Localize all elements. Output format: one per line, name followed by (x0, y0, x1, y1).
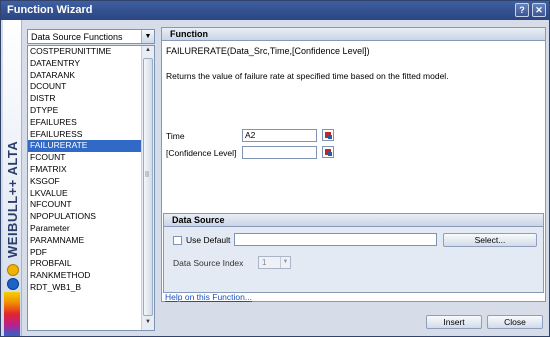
select-button[interactable]: Select... (443, 233, 537, 247)
data-source-panel: Data Source Use Default Select... Data S… (163, 213, 544, 293)
title-bar: Function Wizard ? ✕ (1, 1, 549, 20)
dialog-body: WEIBULL++ ALTA Data Source Functions ▼ C… (3, 20, 547, 336)
close-icon[interactable]: ✕ (532, 3, 546, 17)
list-item[interactable]: FCOUNT (28, 152, 154, 164)
data-source-index-label: Data Source Index (173, 258, 244, 268)
function-description: Returns the value of failure rate at spe… (166, 71, 449, 81)
brand-strip: WEIBULL++ ALTA (3, 20, 22, 336)
cell-reference-icon[interactable] (322, 146, 334, 158)
list-item[interactable]: COSTPERUNITTIME (28, 46, 154, 58)
list-item[interactable]: DISTR (28, 93, 154, 105)
list-item[interactable]: DCOUNT (28, 81, 154, 93)
data-source-header: Data Source (164, 214, 543, 227)
function-wizard-window: Function Wizard ? ✕ WEIBULL++ ALTA Data … (0, 0, 550, 337)
list-item[interactable]: DTYPE (28, 105, 154, 117)
data-source-index-dropdown: 1 ▼ (258, 256, 291, 269)
category-dropdown[interactable]: Data Source Functions ▼ (27, 29, 155, 44)
list-item[interactable]: KSGOF (28, 176, 154, 188)
confidence-level-input[interactable] (242, 146, 317, 159)
list-item[interactable]: PARAMNAME (28, 235, 154, 247)
help-link[interactable]: Help on this Function... (165, 292, 252, 302)
list-item[interactable]: Parameter (28, 223, 154, 235)
list-item[interactable]: PROBFAIL (28, 258, 154, 270)
list-item[interactable]: DATARANK (28, 70, 154, 82)
list-item[interactable]: NFCOUNT (28, 199, 154, 211)
function-list-scrollbar[interactable]: ▲ ⠿ ▼ (141, 46, 154, 330)
category-dropdown-value: Data Source Functions (31, 32, 123, 42)
arg-label-confidence: [Confidence Level] (166, 148, 237, 158)
list-item[interactable]: LKVALUE (28, 188, 154, 200)
chevron-down-icon: ▼ (280, 257, 290, 268)
list-item[interactable]: RDT_WB1_B (28, 282, 154, 294)
chevron-down-icon[interactable]: ▼ (141, 30, 154, 43)
use-default-checkbox[interactable] (173, 236, 182, 245)
function-list[interactable]: COSTPERUNITTIME DATAENTRY DATARANK DCOUNT DI… (27, 45, 155, 331)
list-item[interactable]: DATAENTRY (28, 58, 154, 70)
data-source-field[interactable] (234, 233, 437, 246)
help-icon[interactable]: ? (515, 3, 529, 17)
brand-color-bar (4, 292, 20, 336)
scroll-up-icon[interactable]: ▲ (143, 47, 153, 57)
list-item[interactable]: EFAILURESS (28, 129, 154, 141)
function-panel-header: Function (162, 28, 545, 41)
insert-button[interactable]: Insert (426, 315, 482, 329)
data-source-index-value: 1 (262, 258, 267, 267)
arg-label-time: Time (166, 131, 185, 141)
list-item[interactable]: PDF (28, 247, 154, 259)
grip-icon: ⠿ (144, 172, 150, 179)
time-input[interactable]: A2 (242, 129, 317, 142)
use-default-label: Use Default (186, 235, 231, 245)
function-signature: FAILURERATE(Data_Src,Time,[Confidence Le… (166, 46, 370, 56)
weibull-logo-icon (7, 278, 19, 290)
list-item[interactable]: FAILURERATE (28, 140, 154, 153)
scrollbar-thumb[interactable] (143, 58, 153, 316)
list-item[interactable]: RANKMETHOD (28, 270, 154, 282)
cell-reference-icon[interactable] (322, 129, 334, 141)
list-item[interactable]: NPOPULATIONS (28, 211, 154, 223)
close-button[interactable]: Close (487, 315, 543, 329)
list-item[interactable]: FMATRIX (28, 164, 154, 176)
window-title: Function Wizard (7, 4, 93, 16)
alta-logo-icon (7, 264, 19, 276)
list-item[interactable]: EFAILURES (28, 117, 154, 129)
scroll-down-icon[interactable]: ▼ (143, 319, 153, 329)
